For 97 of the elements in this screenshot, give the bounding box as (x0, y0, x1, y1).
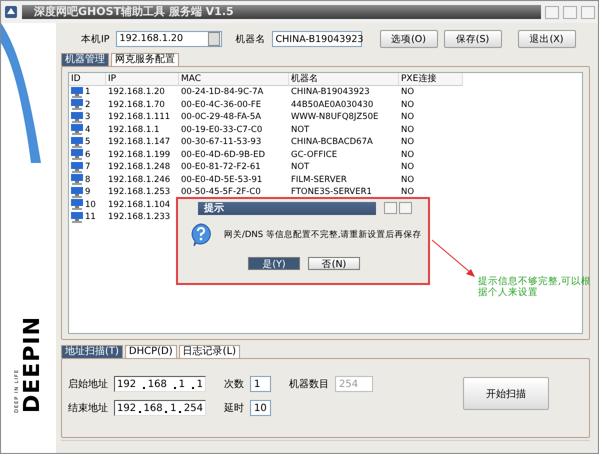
start-address-label: 启始地址 (68, 378, 108, 391)
table-cell: CHINA-B19043923 (291, 87, 370, 97)
table-cell: NOT (291, 124, 310, 134)
count-field[interactable]: 1 (250, 376, 271, 392)
table-cell: FTONE3S-SERVER1 (291, 187, 372, 197)
tab[interactable]: 地址扫描(T) (61, 345, 123, 358)
computer-icon (71, 99, 83, 110)
tab[interactable]: 网克服务配置 (111, 53, 179, 66)
table-cell: NOT (291, 162, 310, 172)
table-cell: WWW-N8UFQ8JZ50E (291, 112, 378, 122)
table-cell: 5 (85, 136, 90, 148)
table-cell: 192.168.1.199 (108, 150, 170, 160)
delay-field[interactable]: 10 (250, 400, 271, 416)
tab[interactable]: 机器管理 (61, 53, 109, 66)
computer-icon (71, 112, 83, 123)
ip-address-field[interactable]: 192 168 1 1 (114, 376, 206, 392)
tab[interactable]: DHCP(D) (124, 345, 177, 358)
table-cell: 192.168.1.147 (108, 137, 170, 147)
table-cell: 192.168.1.246 (108, 174, 170, 184)
table-cell: 192.168.1.253 (108, 187, 170, 197)
local-ip-label: 本机IP (81, 32, 110, 46)
table-cell: 8 (85, 174, 90, 186)
table-cell: 9 (85, 186, 90, 198)
column-header[interactable]: 机器名 (289, 73, 399, 86)
start-scan-button[interactable]: 开始扫描 (463, 377, 549, 410)
table-cell: 2 (85, 98, 90, 111)
table-cell: FILM-SERVER (291, 174, 347, 184)
computer-icon (71, 174, 83, 186)
table-cell: 192.168.1.104 (108, 200, 170, 210)
column-header[interactable]: IP (106, 73, 179, 86)
machine-name-label: 机器名 (236, 32, 266, 46)
annotation-note: 提示信息不够完整,可以根据个人来设置 (478, 276, 592, 298)
table-cell: CHINA-BCBACD67A (291, 137, 373, 147)
app-icon (4, 5, 18, 19)
table-cell: 00-E0-81-72-F2-61 (181, 162, 261, 172)
table-cell: GC-OFFICE (291, 150, 338, 160)
machine-count-label: 机器数目 (289, 378, 329, 391)
column-header[interactable]: MAC (179, 73, 289, 86)
table-cell: 192.168.1.111 (108, 112, 170, 122)
table-cell: 10 (85, 198, 96, 211)
table-cell: 44B50AE0A030430 (291, 100, 374, 110)
table-cell: 00-24-1D-84-9C-7A (181, 87, 264, 97)
table-cell: 6 (85, 148, 90, 161)
count-label: 次数 (224, 378, 244, 391)
toolbar-button[interactable]: 保存(S) (444, 30, 502, 48)
table-cell: 1 (85, 86, 90, 98)
table-cell: 3 (85, 111, 90, 124)
table-cell: 00-E0-4D-5E-53-91 (181, 174, 262, 184)
computer-icon (71, 212, 83, 223)
ip-address-field[interactable]: 192 168 1 254 (114, 400, 206, 416)
toolbar-button[interactable]: 退出(X) (518, 30, 576, 48)
table-cell: 192.168.1.248 (108, 162, 170, 172)
column-header[interactable]: PXE连接 (399, 73, 463, 86)
table-cell: 00-19-E0-33-C7-C0 (181, 124, 262, 134)
computer-icon (71, 149, 83, 160)
end-address-label: 结束地址 (68, 402, 108, 415)
table-cell: 192.168.1.20 (108, 87, 165, 97)
computer-icon (71, 136, 83, 148)
table-cell: 00-30-67-11-53-93 (181, 137, 262, 147)
table-cell: NO (401, 87, 414, 97)
dialog-button[interactable]: 否(N) (308, 257, 360, 270)
table-cell: NO (401, 187, 414, 197)
table-cell: 11 (85, 211, 96, 224)
table-cell: 192.168.1.233 (108, 212, 170, 222)
table-cell: 4 (85, 124, 90, 136)
table-cell: 00-50-45-5F-2F-C0 (181, 187, 261, 197)
table-cell: NO (401, 124, 414, 134)
column-header[interactable]: ID (69, 73, 106, 86)
computer-icon (71, 199, 83, 210)
toolbar-button[interactable]: 选项(O) (380, 30, 438, 48)
delay-label: 延时 (224, 402, 244, 415)
computer-icon (71, 124, 83, 136)
logo-text: DEEPIN (22, 316, 44, 413)
table-cell: 192.168.1.1 (108, 124, 160, 134)
table-cell: 7 (85, 161, 90, 174)
window-title: 深度网吧GHOST辅助工具 服务端 V1.5 (22, 5, 541, 19)
dialog-message: 网关/DNS 等信息配置不完整,请重新设置后再保存 (224, 229, 422, 241)
computer-icon (71, 186, 83, 198)
table-cell: 00-E0-4C-36-00-FE (181, 100, 262, 110)
table-cell: NO (401, 150, 414, 160)
table-cell: 192.168.1.70 (108, 100, 165, 110)
table-cell: NO (401, 174, 414, 184)
table-cell: NO (401, 137, 414, 147)
table-cell: NO (401, 112, 414, 122)
local-ip-dropdown[interactable]: 192.168.1.20 (116, 31, 222, 47)
annotation-arrow (432, 240, 475, 277)
tab[interactable]: 日志记录(L) (178, 345, 240, 358)
table-cell: NO (401, 100, 414, 110)
dialog-title: 提示 (198, 202, 376, 215)
table-cell: 00-0C-29-48-FA-5A (181, 112, 262, 122)
machine-name-field[interactable]: CHINA-B19043923 (272, 31, 362, 47)
computer-icon (71, 162, 83, 173)
question-icon (190, 223, 212, 247)
dialog-button[interactable]: 是(Y) (248, 257, 300, 270)
table-cell: 00-E0-4D-6D-9B-ED (181, 150, 265, 160)
table-cell: NO (401, 162, 414, 172)
computer-icon (71, 86, 83, 98)
